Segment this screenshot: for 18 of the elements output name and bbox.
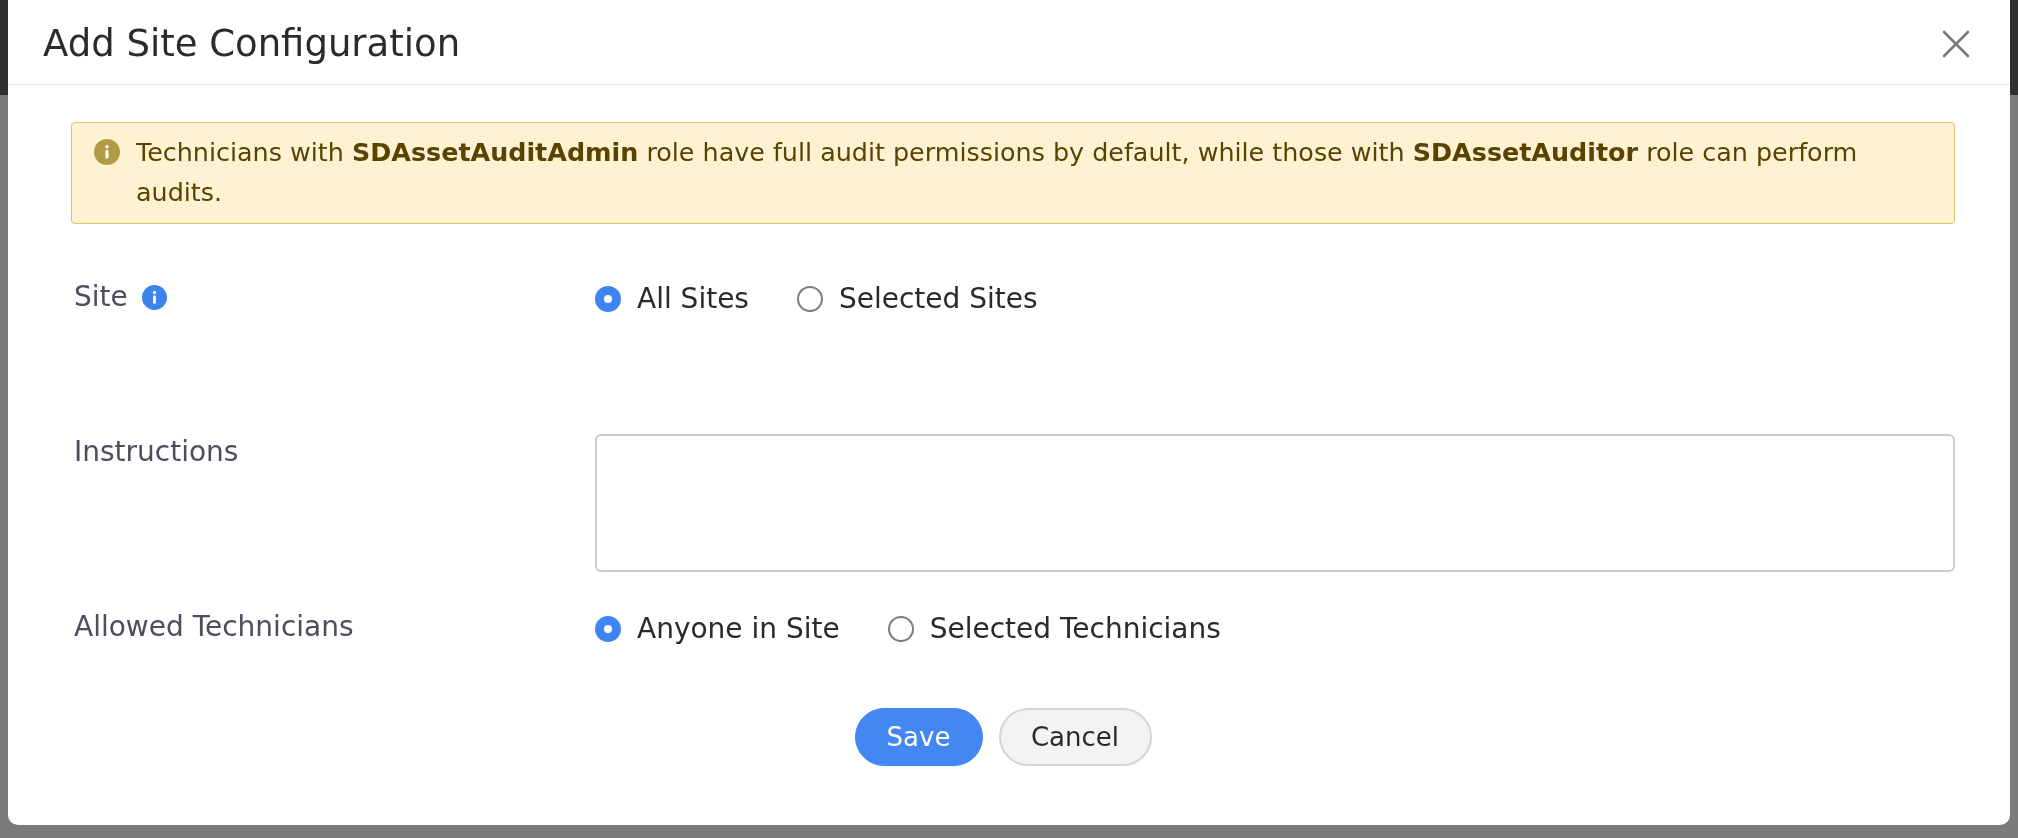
radio-option[interactable]: All Sites bbox=[595, 281, 749, 317]
radio-option[interactable]: Anyone in Site bbox=[595, 611, 840, 647]
radio-button[interactable] bbox=[595, 286, 621, 312]
radio-option[interactable]: Selected Technicians bbox=[887, 611, 1221, 647]
save-button[interactable]: Save bbox=[854, 708, 983, 766]
banner-message: Technicians with SDAssetAuditAdmin role have full audit permissions by default, while those with SDAssetAuditor role can perform audits. bbox=[136, 136, 1859, 209]
field-label: Site bbox=[74, 279, 128, 315]
instructions-field[interactable] bbox=[595, 434, 1955, 572]
radio-button[interactable] bbox=[887, 616, 914, 642]
field-label: Instructions bbox=[74, 434, 239, 470]
info-icon bbox=[94, 139, 120, 165]
cancel-button[interactable]: Cancel bbox=[998, 708, 1152, 766]
radio-button[interactable] bbox=[796, 286, 823, 312]
close-icon[interactable] bbox=[1942, 30, 1970, 58]
radio-button[interactable] bbox=[595, 616, 621, 642]
field-label: Allowed Technicians bbox=[74, 609, 354, 645]
radio-option[interactable]: Selected Sites bbox=[796, 281, 1038, 317]
dialog-title: Add Site Configuration bbox=[43, 21, 461, 67]
